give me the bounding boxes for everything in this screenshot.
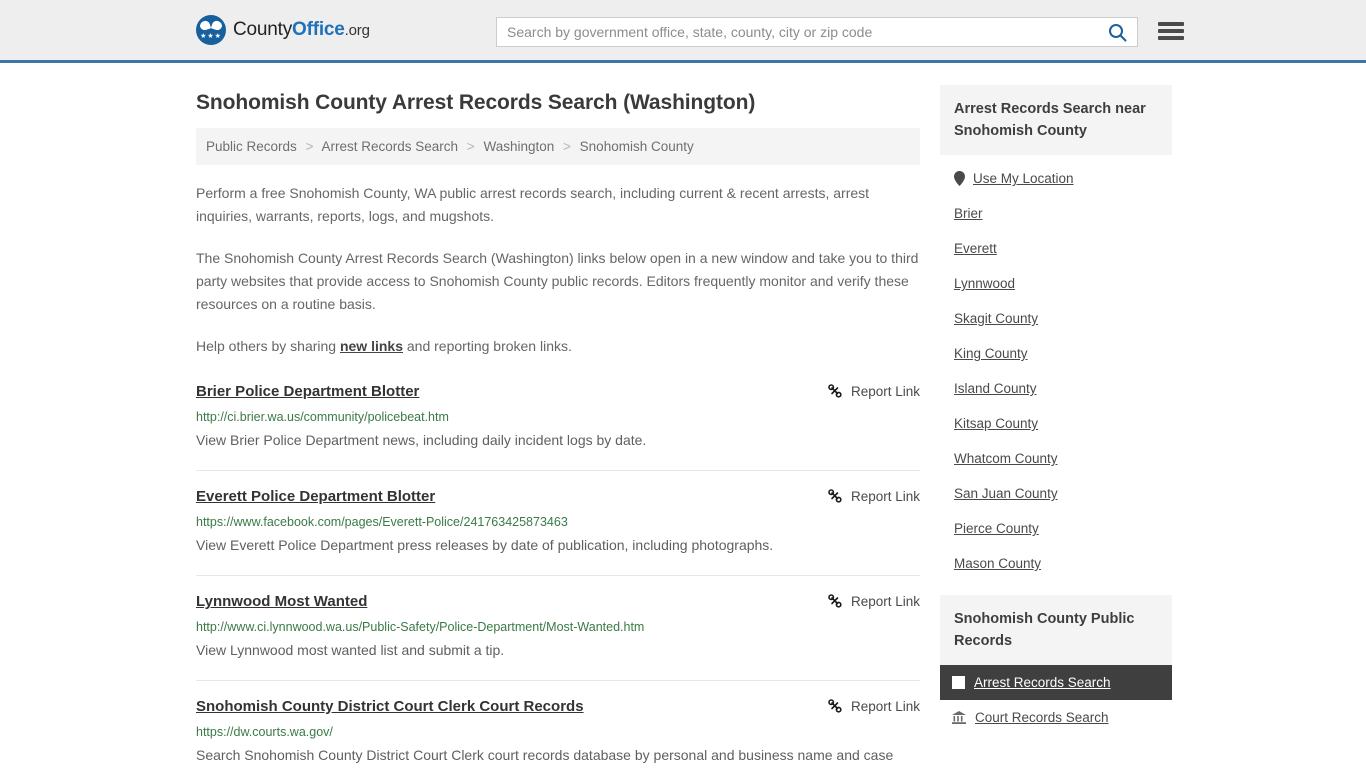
sidebar-item-kitsap-county[interactable]: Kitsap County (940, 406, 1172, 441)
intro-paragraph-3: Help others by sharing new links and rep… (196, 335, 920, 358)
report-link-label: Report Link (850, 488, 920, 504)
sidebar-item-use-my-location[interactable]: Use My Location (940, 161, 1172, 196)
new-links-link[interactable]: new links (340, 338, 403, 354)
breadcrumb-item-arrest-records-search[interactable]: Arrest Records Search (321, 139, 458, 154)
breadcrumb-item-public-records[interactable]: Public Records (206, 139, 297, 154)
site-logo[interactable]: ★★★ CountyOffice.org (196, 15, 370, 45)
breadcrumb-item-snohomish-county[interactable]: Snohomish County (580, 139, 694, 154)
hamburger-bar (1158, 36, 1184, 40)
search-button[interactable] (1104, 23, 1137, 42)
report-link-button[interactable]: Report Link (827, 593, 920, 609)
site-header: ★★★ CountyOffice.org (0, 0, 1366, 63)
list-item: Lynnwood Most Wanted Report Link http://… (196, 576, 920, 681)
sidebar-item-label: San Juan County (954, 486, 1058, 501)
report-link-label: Report Link (850, 383, 920, 399)
resource-description: View Brier Police Department news, inclu… (196, 432, 647, 448)
sidebar-item-label: King County (954, 346, 1028, 361)
sidebar-item-court-records-search[interactable]: Court Records Search (940, 700, 1172, 735)
resource-title-link[interactable]: Brier Police Department Blotter (196, 382, 419, 402)
broken-link-icon (828, 699, 842, 713)
resource-link-list: Brier Police Department Blotter Report L… (196, 380, 920, 768)
share-text-after: and reporting broken links. (403, 338, 572, 354)
hamburger-menu-button[interactable] (1158, 20, 1184, 42)
sidebar-item-san-juan-county[interactable]: San Juan County (940, 476, 1172, 511)
list-item: Everett Police Department Blotter Report… (196, 471, 920, 576)
sidebar-item-label: Mason County (954, 556, 1042, 571)
intro-paragraph-2: The Snohomish County Arrest Records Sear… (196, 250, 919, 312)
sidebar-item-pierce-county[interactable]: Pierce County (940, 511, 1172, 546)
hamburger-bar (1158, 22, 1184, 26)
breadcrumb-item-washington[interactable]: Washington (483, 139, 554, 154)
sidebar-public-records-panel: Snohomish County Public Records Arrest R… (940, 595, 1172, 735)
broken-link-icon (828, 594, 842, 608)
resource-url: https://www.facebook.com/pages/Everett-P… (196, 515, 568, 529)
sidebar-item-label: Brier (954, 206, 983, 221)
list-item: Brier Police Department Blotter Report L… (196, 380, 920, 471)
logo-wordmark: CountyOffice.org (233, 19, 370, 41)
resource-description: Search Snohomish County District Court C… (196, 747, 894, 763)
sidebar-item-everett[interactable]: Everett (940, 231, 1172, 266)
map-pin-icon (954, 171, 965, 186)
broken-link-icon (828, 489, 842, 503)
sidebar-item-island-county[interactable]: Island County (940, 371, 1172, 406)
resource-description: View Everett Police Department press rel… (196, 537, 774, 553)
sidebar-item-brier[interactable]: Brier (940, 196, 1172, 231)
report-link-button[interactable]: Report Link (827, 488, 920, 504)
breadcrumb-separator: > (305, 139, 314, 154)
sidebar-item-label: Court Records Search (975, 710, 1109, 725)
sidebar-item-label: Skagit County (954, 311, 1039, 326)
sidebar-item-whatcom-county[interactable]: Whatcom County (940, 441, 1172, 476)
report-link-button[interactable]: Report Link (827, 698, 920, 714)
sidebar-item-label: Whatcom County (954, 451, 1058, 466)
sidebar-item-label: Pierce County (954, 521, 1039, 536)
search-input[interactable] (497, 24, 1104, 40)
sidebar-item-king-county[interactable]: King County (940, 336, 1172, 371)
sidebar-item-label: Kitsap County (954, 416, 1039, 431)
search-box[interactable] (496, 17, 1138, 47)
sidebar-item-label: Island County (954, 381, 1037, 396)
resource-title-link[interactable]: Everett Police Department Blotter (196, 487, 435, 507)
breadcrumb-separator: > (563, 139, 571, 154)
sidebar-item-label: Lynnwood (954, 276, 1016, 291)
sidebar-item-mason-county[interactable]: Mason County (940, 546, 1172, 581)
share-text-before: Help others by sharing (196, 338, 340, 354)
sidebar-nearby-heading: Arrest Records Search near Snohomish Cou… (940, 85, 1172, 155)
sidebar: Arrest Records Search near Snohomish Cou… (940, 63, 1172, 768)
logo-text-org: .org (344, 22, 370, 39)
sidebar-item-arrest-records-search[interactable]: Arrest Records Search (940, 665, 1172, 700)
sidebar-item-label: Everett (954, 241, 997, 256)
list-item: Snohomish County District Court Clerk Co… (196, 681, 920, 768)
sidebar-public-records-heading: Snohomish County Public Records (940, 595, 1172, 665)
report-link-label: Report Link (850, 593, 920, 609)
report-link-button[interactable]: Report Link (827, 383, 920, 399)
main-content: Snohomish County Arrest Records Search (… (196, 63, 920, 768)
search-icon (1109, 23, 1127, 41)
breadcrumb-separator: > (466, 139, 475, 154)
sidebar-item-skagit-county[interactable]: Skagit County (940, 301, 1172, 336)
sidebar-item-lynnwood[interactable]: Lynnwood (940, 266, 1172, 301)
sidebar-nearby-list: Use My Location Brier Everett Lynnwood S… (940, 155, 1172, 581)
broken-link-icon (828, 384, 842, 398)
resource-url: http://www.ci.lynnwood.wa.us/Public-Safe… (196, 620, 645, 634)
intro-text: Perform a free Snohomish County, WA publ… (196, 182, 920, 358)
resource-url: https://dw.courts.wa.gov/ (196, 725, 333, 739)
courthouse-icon (952, 711, 966, 724)
logo-text-county: County (233, 19, 293, 40)
report-link-label: Report Link (850, 698, 920, 714)
intro-paragraph-1: Perform a free Snohomish County, WA publ… (196, 185, 870, 224)
eagle-logo-icon: ★★★ (196, 15, 226, 45)
resource-title-link[interactable]: Snohomish County District Court Clerk Co… (196, 697, 584, 717)
logo-stars: ★★★ (200, 33, 222, 40)
logo-text-office: Office (292, 19, 345, 40)
resource-url: http://ci.brier.wa.us/community/policebe… (196, 410, 449, 424)
resource-title-link[interactable]: Lynnwood Most Wanted (196, 592, 367, 612)
breadcrumb: Public Records > Arrest Records Search >… (196, 128, 920, 165)
page-container: Snohomish County Arrest Records Search (… (0, 63, 1366, 768)
hamburger-bar (1158, 29, 1184, 33)
resource-description: View Lynnwood most wanted list and submi… (196, 642, 505, 658)
sidebar-item-label: Use My Location (973, 171, 1074, 186)
document-icon (952, 676, 965, 689)
sidebar-item-label: Arrest Records Search (974, 675, 1111, 690)
page-title: Snohomish County Arrest Records Search (… (196, 91, 756, 114)
